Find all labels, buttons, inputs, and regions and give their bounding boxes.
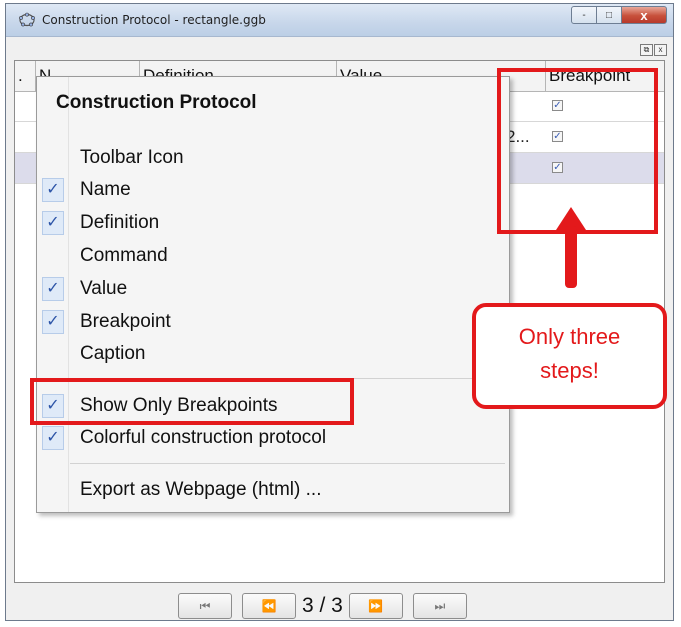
protocol-context-menu: Construction Protocol Toolbar Icon ✓ Nam… <box>36 76 510 513</box>
menu-item-toolbar-icon[interactable]: Toolbar Icon <box>37 143 509 175</box>
callout-line: Only three <box>518 324 621 349</box>
menu-item-command[interactable]: Command <box>37 241 509 273</box>
menu-item-caption[interactable]: Caption <box>37 339 509 371</box>
menu-item-label: Name <box>80 179 131 200</box>
step-navigation: ⏮ ⏪ 3 / 3 ⏩ ⏭ <box>178 593 467 619</box>
previous-step-button[interactable]: ⏪ <box>242 593 296 619</box>
undock-icon: ⧉ <box>643 45 650 54</box>
annotation-callout: Only three steps! <box>472 303 667 409</box>
last-step-button[interactable]: ⏭ <box>412 593 467 619</box>
menu-item-export-webpage[interactable]: Export as Webpage (html) ... <box>37 475 509 507</box>
next-step-button[interactable]: ⏩ <box>348 593 403 619</box>
menu-item-label: Value <box>80 278 128 299</box>
maximize-icon: □ <box>605 9 613 21</box>
close-view-button[interactable]: x <box>654 44 667 56</box>
menu-item-name[interactable]: ✓ Name <box>37 175 509 207</box>
menu-item-colorful-protocol[interactable]: ✓ Colorful construction protocol <box>37 423 509 455</box>
menu-item-label: Caption <box>80 343 146 364</box>
show-only-breakpoints-highlight <box>30 378 354 425</box>
check-icon: ✓ <box>42 310 64 334</box>
first-step-button[interactable]: ⏮ <box>178 593 232 619</box>
minimize-button[interactable]: - <box>571 6 597 24</box>
menu-item-label: Breakpoint <box>80 311 171 332</box>
skip-last-icon: ⏭ <box>434 599 446 613</box>
column-header-number[interactable]: . <box>15 61 36 91</box>
menu-title: Construction Protocol <box>56 92 257 113</box>
fast-forward-icon: ⏩ <box>368 599 384 613</box>
check-icon: ✓ <box>42 178 64 202</box>
menu-item-label: Command <box>80 245 168 266</box>
maximize-button[interactable]: □ <box>596 6 622 24</box>
view-toolstrip: ⧉ x <box>640 44 667 56</box>
menu-item-label: Export as Webpage (html) ... <box>80 479 322 500</box>
annotation-arrow-stem <box>565 226 577 288</box>
menu-item-label: Colorful construction protocol <box>80 427 327 448</box>
skip-first-icon: ⏮ <box>199 599 211 613</box>
window-caption-buttons: - □ x <box>571 6 667 26</box>
menu-item-label: Definition <box>80 212 160 233</box>
window-title: Construction Protocol - rectangle.ggb <box>42 13 266 27</box>
minimize-icon: - <box>582 9 586 21</box>
menu-item-value[interactable]: ✓ Value <box>37 274 509 306</box>
rewind-icon: ⏪ <box>261 599 277 613</box>
close-view-icon: x <box>658 45 663 54</box>
menu-item-label: Toolbar Icon <box>80 147 184 168</box>
close-icon: x <box>640 7 648 23</box>
undock-view-button[interactable]: ⧉ <box>640 44 653 56</box>
check-icon: ✓ <box>42 277 64 301</box>
close-button[interactable]: x <box>621 6 667 24</box>
callout-line: steps! <box>540 358 599 383</box>
menu-item-definition[interactable]: ✓ Definition <box>37 208 509 240</box>
check-icon: ✓ <box>42 426 64 450</box>
step-counter: 3 / 3 <box>302 594 343 617</box>
menu-separator <box>70 463 505 464</box>
title-bar[interactable]: Construction Protocol - rectangle.ggb - … <box>6 4 673 37</box>
menu-item-breakpoint[interactable]: ✓ Breakpoint <box>37 307 509 339</box>
check-icon: ✓ <box>42 211 64 235</box>
geogebra-app-icon <box>19 12 35 27</box>
